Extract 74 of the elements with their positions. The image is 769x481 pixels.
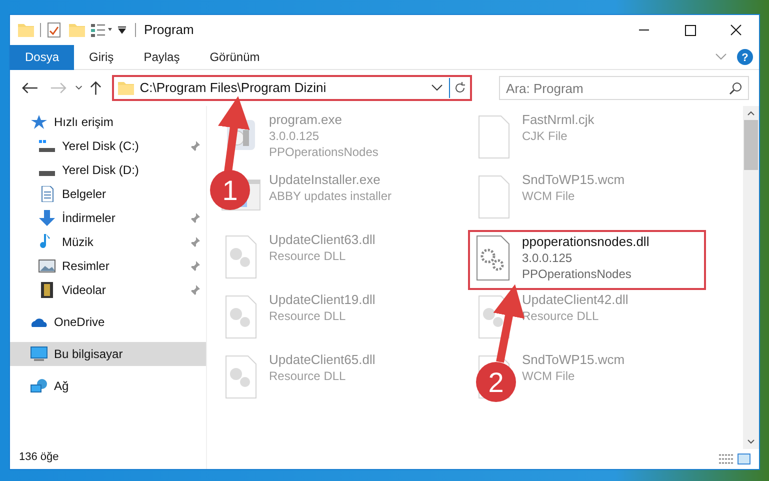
ribbon-tab[interactable]: Paylaş — [128, 44, 195, 70]
details-view-icon[interactable] — [719, 453, 733, 465]
sidebar-item[interactable]: İndirmeler — [10, 206, 206, 230]
sidebar-label: İndirmeler — [62, 210, 116, 227]
up-arrow-icon[interactable] — [88, 80, 104, 96]
search-field[interactable]: Ara: Program — [499, 76, 750, 100]
sidebar-item[interactable]: Müzik — [10, 230, 206, 254]
file-name[interactable]: ppoperationsnodes.dll — [522, 234, 650, 250]
step-number-badge: 1 — [210, 170, 250, 210]
pin-icon — [190, 285, 200, 295]
sidebar-label: Bu bilgisayar — [54, 346, 123, 363]
sidebar-label: Ağ — [54, 378, 69, 395]
film-icon — [38, 282, 56, 298]
sidebar-item[interactable]: Yerel Disk (C:) — [10, 134, 206, 158]
file-detail: WCM File — [522, 368, 576, 384]
star-icon — [30, 114, 48, 130]
download-arrow-icon — [38, 210, 56, 226]
sidebar-label: Hızlı erişim — [54, 114, 114, 131]
file-detail: 3.0.0.125 — [522, 250, 574, 266]
step-number-badge: 2 — [476, 362, 516, 402]
ribbon-tab[interactable]: Dosya — [10, 44, 74, 70]
file-detail: Resource DLL — [269, 368, 347, 384]
scrollbar[interactable] — [743, 106, 759, 449]
drive-icon — [38, 170, 56, 176]
item-count: 136 öğe — [18, 450, 60, 464]
file-detail: Resource DLL — [522, 308, 600, 324]
chevron-down-icon[interactable] — [430, 84, 443, 92]
sidebar-item[interactable]: Ağ — [10, 374, 206, 398]
file-detail: WCM File — [522, 188, 576, 204]
sidebar-label: Belgeler — [62, 186, 106, 203]
sidebar-item[interactable]: Belgeler — [10, 182, 206, 206]
new-folder-icon — [69, 23, 85, 37]
picture-icon — [38, 258, 56, 274]
sidebar-label: Resimler — [62, 258, 110, 275]
caret-icon[interactable] — [117, 26, 127, 34]
large-icons-view-icon[interactable] — [737, 453, 751, 465]
sidebar-item[interactable]: Yerel Disk (D:) — [10, 158, 206, 182]
folder-icon — [18, 23, 34, 37]
file-detail: ABBY updates installer — [269, 188, 392, 204]
sidebar-label: Yerel Disk (D:) — [62, 162, 139, 179]
sidebar-item[interactable]: Hızlı erişim — [10, 110, 206, 134]
view-icon[interactable] — [91, 23, 113, 37]
folder-icon — [118, 81, 134, 95]
file-detail: CJK File — [522, 128, 568, 144]
pin-icon — [190, 141, 200, 151]
back-arrow-icon[interactable] — [20, 80, 40, 96]
file-detail: PPOperationsNodes — [269, 144, 378, 160]
window-title: Program — [144, 21, 194, 40]
properties-icon[interactable] — [47, 22, 61, 38]
sidebar-item[interactable]: Bu bilgisayar — [10, 342, 206, 366]
file-detail: Resource DLL — [269, 248, 347, 264]
sidebar-label: Videolar — [62, 282, 106, 299]
address-path: C:\Program Files\Program Dizini — [140, 79, 328, 98]
sidebar-item[interactable]: OneDrive — [10, 310, 206, 334]
pin-icon — [190, 213, 200, 223]
sidebar-label: Yerel Disk (C:) — [62, 138, 139, 155]
file-detail: Resource DLL — [269, 308, 347, 324]
sidebar-item[interactable]: Resimler — [10, 254, 206, 278]
drive-icon — [38, 138, 56, 154]
ribbon-tab[interactable]: Görünüm — [194, 44, 275, 70]
file-detail: PPOperationsNodes — [522, 266, 632, 282]
sidebar-label: OneDrive — [54, 314, 105, 331]
sidebar-label: Müzik — [62, 234, 94, 251]
help-icon[interactable]: ? — [737, 49, 753, 65]
file-detail: 3.0.0.125 — [269, 128, 320, 144]
search-icon[interactable] — [729, 82, 742, 95]
scroll-thumb[interactable] — [744, 120, 758, 170]
ribbon-tab[interactable]: Giriş — [74, 44, 129, 70]
network-icon — [30, 378, 48, 394]
sidebar-item[interactable]: Videolar — [10, 278, 206, 302]
monitor-icon — [30, 346, 48, 362]
address-field[interactable]: C:\Program Files\Program Dizini — [112, 75, 472, 101]
pin-icon — [190, 261, 200, 271]
pin-icon — [190, 237, 200, 247]
